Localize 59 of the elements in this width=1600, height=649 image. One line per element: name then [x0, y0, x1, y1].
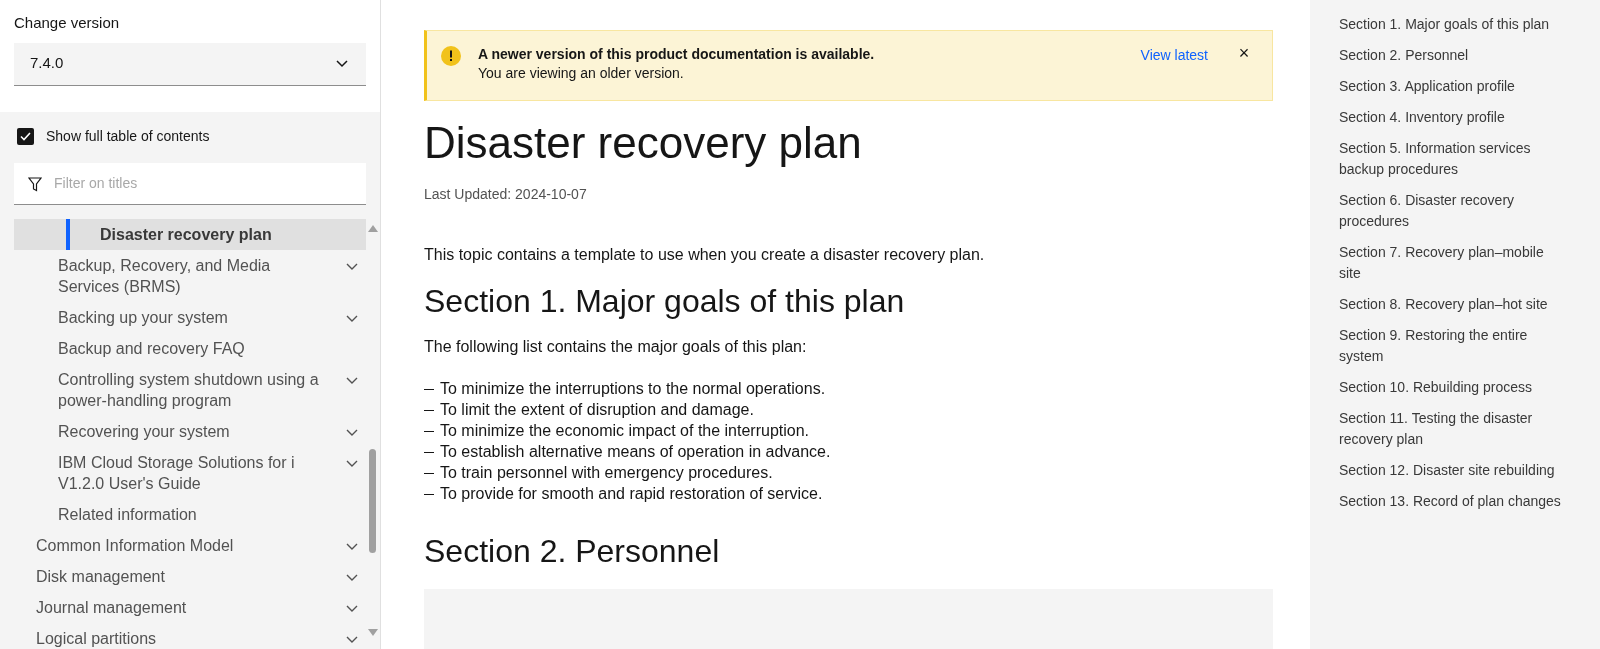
toc-item[interactable]: Backup, Recovery, and Media Services (BRMS): [14, 249, 366, 302]
toc-item[interactable]: Logical partitions: [14, 622, 366, 649]
list-item: To establish alternative means of operation in advance.: [440, 442, 831, 462]
on-this-page-link[interactable]: Section 2. Personnel: [1339, 40, 1564, 71]
on-this-page-link[interactable]: Section 12. Disaster site rebuilding: [1339, 455, 1564, 486]
list-item: To provide for smooth and rapid restoration of service.: [440, 484, 823, 504]
on-this-page-link[interactable]: Section 10. Rebuilding process: [1339, 372, 1564, 403]
on-this-page-link[interactable]: Section 11. Testing the disaster recovery plan: [1339, 403, 1564, 455]
list-dash: [424, 431, 434, 432]
list-dash: [424, 473, 434, 474]
toc-item[interactable]: Disaster recovery plan: [14, 218, 366, 250]
on-this-page-link[interactable]: Section 9. Restoring the entire system: [1339, 320, 1564, 372]
list-item: To minimize the interruptions to the normal operations.: [440, 379, 826, 399]
list-dash: [424, 389, 434, 390]
version-label: Change version: [14, 13, 121, 33]
scroll-up-icon[interactable]: [368, 224, 378, 232]
list-item: To limit the extent of disruption and damage.: [440, 400, 754, 420]
checkbox[interactable]: [17, 127, 34, 145]
section-heading: Section 1. Major goals of this plan: [424, 282, 906, 321]
list-dash: [424, 410, 434, 411]
on-this-page-link[interactable]: Section 3. Application profile: [1339, 71, 1564, 102]
version-select[interactable]: 7.4.0: [14, 42, 366, 86]
view-latest-link[interactable]: View latest: [1140, 45, 1208, 66]
checkbox-label: Show full table of contents: [46, 126, 210, 146]
toc-item[interactable]: Backing up your system: [14, 301, 366, 333]
toc-item[interactable]: Common Information Model: [14, 529, 366, 561]
last-updated-text: Last Updated: 2024-10-07: [424, 185, 588, 204]
on-this-page-link[interactable]: Section 1. Major goals of this plan: [1339, 9, 1564, 40]
banner-title: A newer version of this product documentation is available.: [478, 45, 876, 64]
on-this-page-link[interactable]: Section 4. Inventory profile: [1339, 102, 1564, 133]
on-this-page-link[interactable]: Section 13. Record of plan changes: [1339, 486, 1564, 517]
toc-item[interactable]: Disk management: [14, 560, 366, 592]
intro-paragraph: This topic contains a template to use when you create a disaster recovery plan.: [424, 245, 986, 265]
paragraph: The following list contains the major goals of this plan:: [424, 337, 808, 357]
section-heading: Section 2. Personnel: [424, 532, 721, 571]
toc-item[interactable]: Recovering your system: [14, 415, 366, 447]
on-this-page-link[interactable]: Section 5. Information services backup procedures: [1339, 133, 1564, 185]
page-title: Disaster recovery plan: [424, 117, 863, 169]
toc-item[interactable]: IBM Cloud Storage Solutions for i V1.2.0 User's Guide: [14, 446, 366, 499]
toc-item[interactable]: Related information: [14, 498, 366, 530]
toc-item[interactable]: Journal management: [14, 591, 366, 623]
banner-message: You are viewing an older version.: [478, 64, 685, 83]
filter-icon: [28, 176, 42, 192]
on-this-page-link[interactable]: Section 8. Recovery plan–hot site: [1339, 289, 1564, 320]
list-item: To minimize the economic impact of the interruption.: [440, 421, 810, 441]
filter-field[interactable]: Filter on titles: [14, 162, 366, 205]
on-this-page-link[interactable]: Section 7. Recovery plan–mobile site: [1339, 237, 1564, 289]
scrollbar-thumb[interactable]: [369, 448, 376, 553]
warning-icon: [441, 46, 461, 66]
checkmark-icon: [20, 131, 31, 141]
close-button[interactable]: ×: [1236, 45, 1252, 61]
list-item: To train personnel with emergency procedures.: [440, 463, 773, 483]
toc-item[interactable]: Backup and recovery FAQ: [14, 332, 366, 364]
list-dash: [424, 452, 434, 453]
list-dash: [424, 494, 434, 495]
toc-item[interactable]: Controlling system shutdown using a power-handling program: [14, 363, 366, 416]
on-this-page-link[interactable]: Section 6. Disaster recovery procedures: [1339, 185, 1564, 237]
scroll-down-icon[interactable]: [368, 628, 378, 636]
chevron-down-icon: [336, 59, 348, 68]
